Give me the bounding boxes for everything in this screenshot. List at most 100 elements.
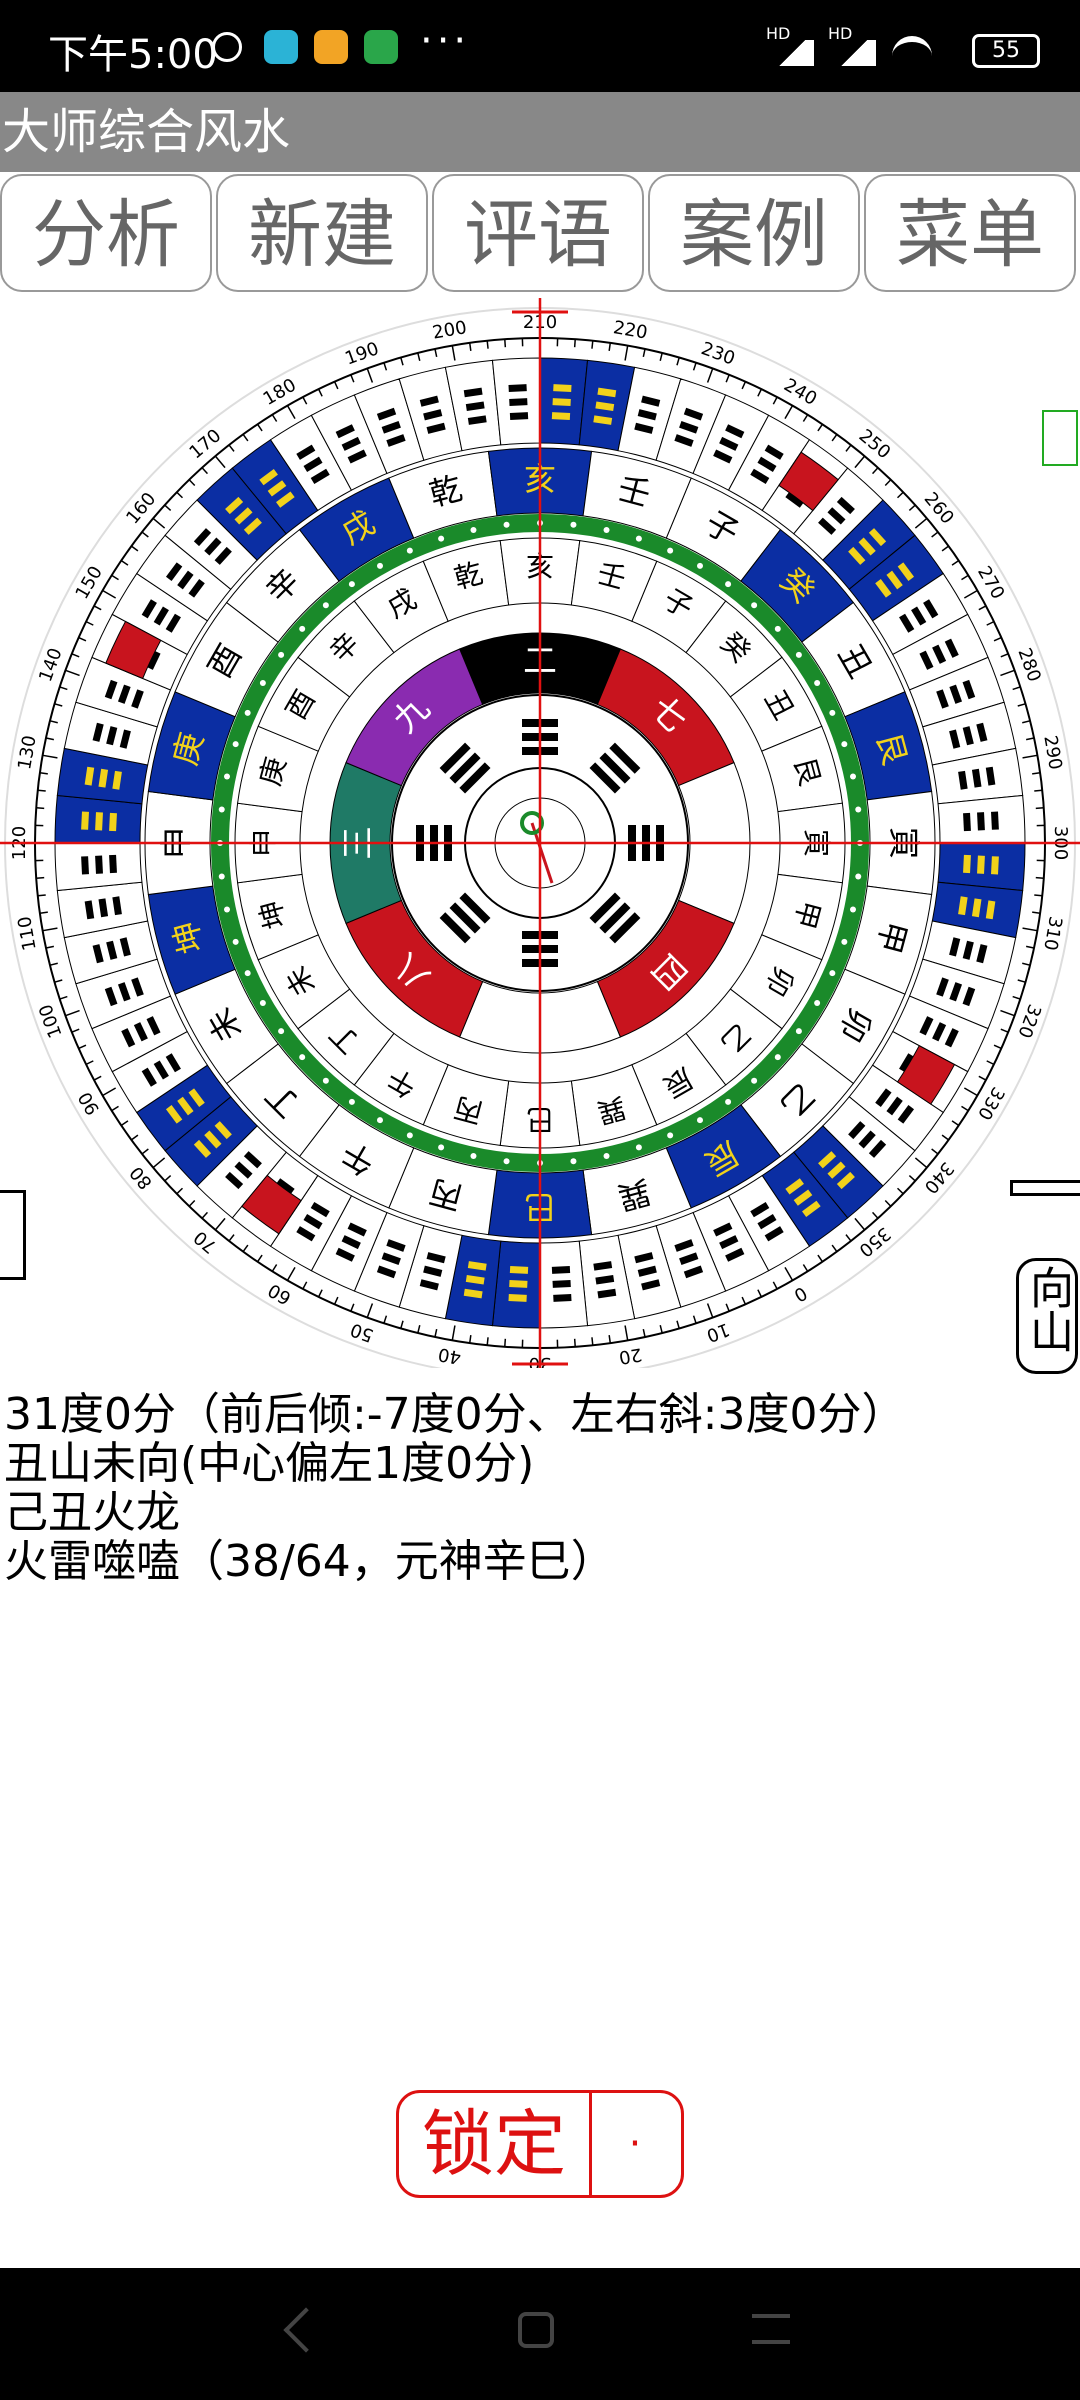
hexagram-line (553, 1294, 572, 1302)
left-side-handle[interactable] (0, 1190, 26, 1280)
green-ring-dot (635, 1144, 642, 1151)
green-ring-dot (406, 547, 413, 554)
status-time: 下午5:00 (48, 32, 218, 78)
green-ring-dot (829, 709, 836, 716)
green-ring-dot (223, 906, 230, 913)
mountain-facing: 丑山未向(中心偏左1度0分) (4, 1438, 535, 1489)
hexagram-line (553, 384, 572, 392)
comment-button[interactable]: 评语 (432, 174, 644, 292)
luopan-compass[interactable]: 0 10 20 30 40 50 60 70 80 90 100 110 120 130 140 150 160… (0, 298, 1080, 1379)
degree-tick (36, 807, 45, 810)
green-ring-dot (774, 625, 781, 632)
green-ring-dot (322, 602, 329, 609)
green-ring-dot (725, 581, 732, 588)
green-ring-dot (795, 651, 802, 658)
battery-indicator: 55 (972, 34, 1040, 68)
green-ring-dot (244, 970, 251, 977)
degree-tick (1034, 789, 1043, 792)
green-ring-dot (470, 1153, 477, 1160)
hexagram-line (109, 812, 117, 832)
dragon-type: 己丑火龙 (4, 1487, 180, 1538)
facing-mountain-label: 向山 (1022, 1265, 1073, 1353)
lock-button[interactable]: 锁定 (399, 2093, 592, 2195)
hexagram-line (991, 811, 999, 830)
green-ring-dot (218, 873, 225, 880)
reading-info: 31度0分（前后倾:-7度0分、左右斜:3度0分） 丑山未向(中心偏左1度0分)… (4, 1390, 905, 1586)
hexagram-line (508, 384, 527, 392)
right-side-handle[interactable] (1010, 1180, 1080, 1196)
hexagram-line (963, 812, 971, 832)
hexagram-line (109, 854, 117, 874)
new-button[interactable]: 新建 (216, 174, 428, 292)
degree-tick (591, 1337, 594, 1346)
dot-button[interactable]: · (589, 2093, 681, 2195)
degree-tick (1035, 807, 1044, 810)
green-ring-dot (377, 562, 383, 569)
home-icon[interactable] (518, 2312, 554, 2348)
degree-label: 20 (617, 1343, 643, 1368)
menu-button[interactable]: 菜单 (864, 174, 1076, 292)
green-ring-dot (855, 873, 862, 880)
green-ring-dot (829, 970, 836, 977)
degree-tick (573, 339, 576, 348)
back-icon[interactable] (283, 2307, 329, 2353)
green-ring-dot (470, 526, 477, 533)
case-button[interactable]: 案例 (648, 174, 860, 292)
green-ring-dot (232, 741, 239, 748)
green-ring-dot (603, 526, 610, 533)
green-ring-dot (751, 1077, 758, 1084)
green-ring-dot (348, 581, 355, 588)
app-title-bar: 大师综合风水 (0, 92, 1080, 172)
facing-mountain-button[interactable]: 向山 (1016, 1258, 1078, 1374)
green-ring-dot (299, 1054, 306, 1061)
hexagram-line (81, 811, 89, 830)
hexagram-line (551, 412, 571, 420)
green-ring-dot (377, 1117, 383, 1124)
status-bar: 下午5:00 ··· HD HD 55 (0, 0, 1080, 92)
hexagram-line (963, 854, 971, 874)
green-ring-dot (850, 773, 857, 780)
green-ring-dot (635, 535, 642, 542)
hexagram-line (509, 1280, 528, 1288)
degree-tick (36, 876, 45, 879)
navigation-bar (0, 2268, 1080, 2400)
green-ring-dot (503, 1158, 510, 1165)
green-ring-dot (841, 938, 848, 945)
message-notification-icon (314, 30, 348, 64)
green-ring-dot (814, 680, 821, 686)
compass-dial[interactable]: 0102030405060708090100110120130140150160… (0, 298, 1080, 1379)
degree-tick (504, 339, 507, 348)
alarm-icon (212, 32, 242, 62)
recents-icon[interactable] (752, 2314, 790, 2344)
green-ring-dot (503, 521, 510, 528)
green-ring-dot (667, 1132, 674, 1139)
analyze-button[interactable]: 分析 (0, 174, 212, 292)
green-ring-dot (570, 1158, 577, 1165)
degree-tick (37, 894, 46, 897)
hexagram-line (95, 812, 103, 831)
green-ring-dot (259, 1000, 266, 1006)
green-ring-dot (697, 1117, 703, 1124)
hexagram-line (95, 855, 103, 874)
green-ring-dot (697, 562, 703, 569)
green-ring-dot (850, 906, 857, 913)
signal-2-icon (832, 40, 876, 66)
degree-tick (573, 1338, 576, 1347)
green-ring-dot (855, 806, 862, 813)
green-ring-dot (348, 1098, 355, 1105)
hexagram-line (551, 1266, 571, 1274)
green-ring-dot (232, 938, 239, 945)
degree-label: 40 (437, 1343, 463, 1368)
green-ring-dot (223, 773, 230, 780)
green-ring-dot (299, 625, 306, 632)
more-notifications-icon: ··· (420, 18, 471, 64)
hexagram-line (509, 398, 528, 406)
green-ring-dot (438, 1144, 445, 1151)
green-ring-dot (218, 806, 225, 813)
degree-tick (486, 1337, 489, 1346)
hexagram-line (991, 856, 999, 875)
green-ring-dot (259, 680, 266, 686)
degree-tick (37, 789, 46, 792)
lock-control[interactable]: 锁定 · (396, 2090, 684, 2198)
hexagram-line (508, 1294, 527, 1302)
